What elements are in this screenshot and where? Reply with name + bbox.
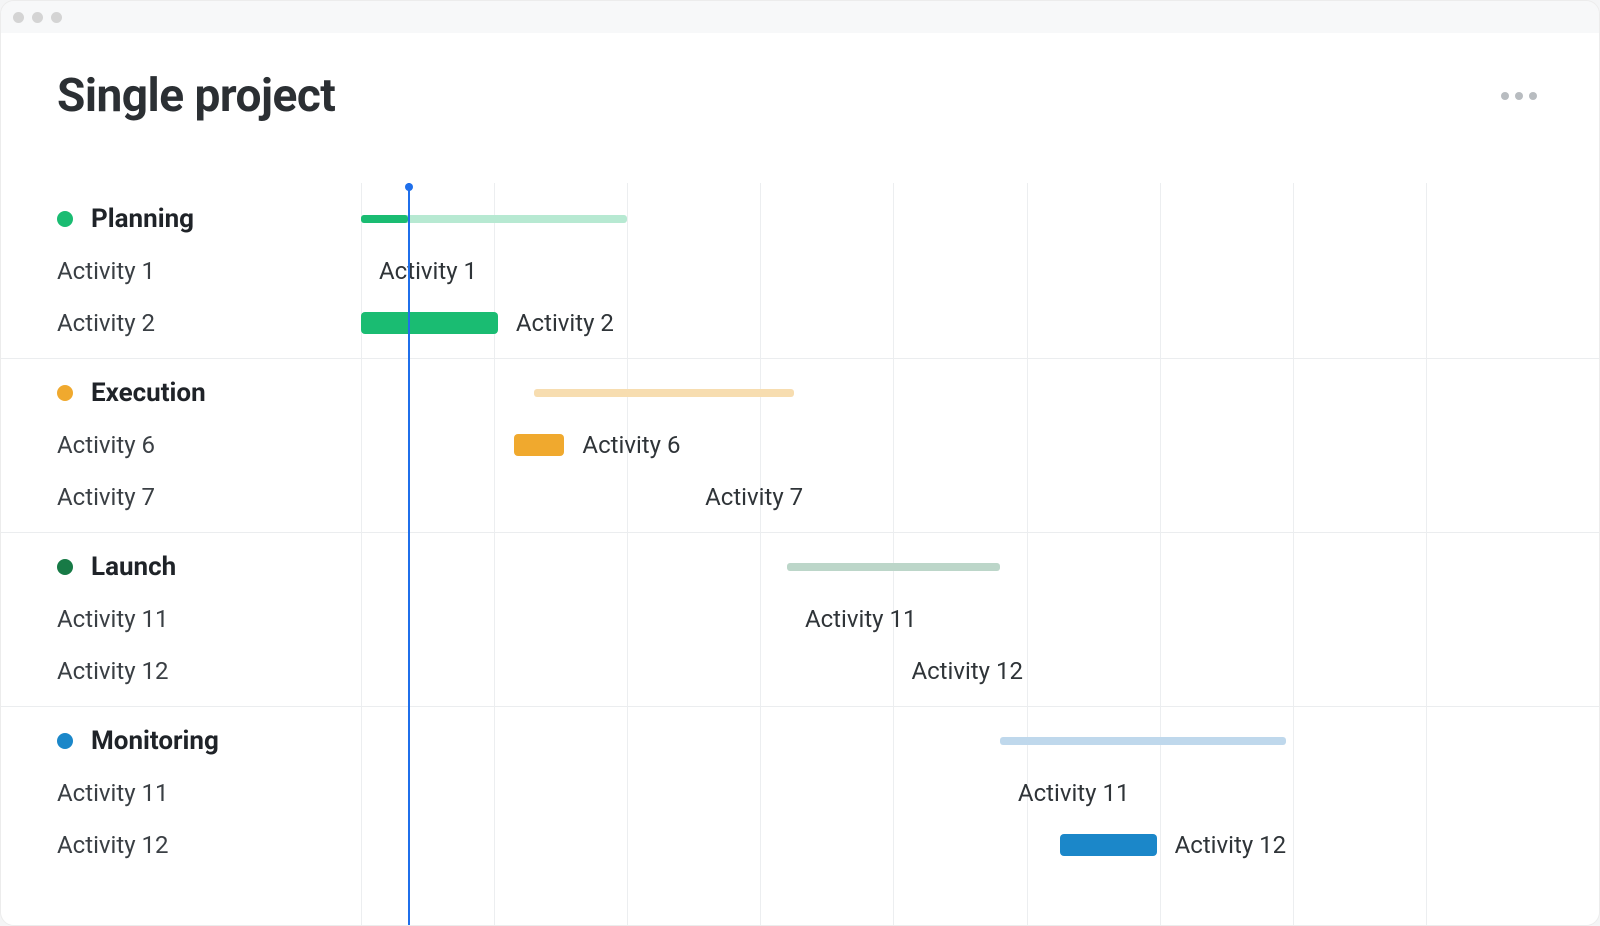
- activity-bar-label: Activity 12: [1175, 831, 1287, 859]
- window-titlebar: [1, 1, 1599, 33]
- activity-row-label[interactable]: Activity 1: [57, 245, 155, 297]
- window-control-zoom[interactable]: [51, 12, 62, 23]
- group-header[interactable]: Execution: [57, 367, 206, 419]
- activity-row-label[interactable]: Activity 12: [57, 645, 169, 697]
- group-separator: [1, 706, 1599, 707]
- group-color-icon: [57, 733, 73, 749]
- gantt-gridline: [1426, 183, 1427, 925]
- group-color-icon: [57, 385, 73, 401]
- activity-bar[interactable]: Activity 7: [687, 471, 793, 523]
- activity-row-label[interactable]: Activity 2: [57, 297, 155, 349]
- activity-row-label[interactable]: Activity 6: [57, 419, 155, 471]
- activity-bar[interactable]: Activity 1: [361, 245, 434, 297]
- group-header[interactable]: Planning: [57, 193, 194, 245]
- gantt-gridline: [627, 183, 628, 925]
- activity-bar[interactable]: Activity 2: [361, 297, 614, 349]
- summary-track: [1000, 737, 1286, 745]
- activity-bar-label: Activity 6: [582, 431, 680, 459]
- activity-bar-fill: [361, 312, 498, 334]
- window-control-minimize[interactable]: [32, 12, 43, 23]
- activity-bar[interactable]: Activity 11: [787, 593, 893, 645]
- group-name: Execution: [91, 378, 206, 408]
- activity-bar-label: Activity 7: [705, 483, 803, 511]
- group-color-icon: [57, 211, 73, 227]
- group-summary-bar[interactable]: [361, 193, 627, 245]
- page-header: Single project: [1, 33, 1599, 135]
- summary-track: [534, 389, 794, 397]
- group-name: Monitoring: [91, 726, 219, 756]
- dots-icon: [1529, 92, 1537, 100]
- activity-bar-fill: [1060, 834, 1157, 856]
- group-name: Launch: [91, 552, 176, 582]
- summary-progress: [361, 215, 408, 223]
- activity-bar-label: Activity 1: [379, 257, 477, 285]
- dots-icon: [1501, 92, 1509, 100]
- group-summary-bar[interactable]: [787, 541, 1000, 593]
- gantt-gridline: [1293, 183, 1294, 925]
- activity-bar-label: Activity 12: [911, 657, 1023, 685]
- more-button[interactable]: [1495, 86, 1543, 106]
- activity-row-label[interactable]: Activity 7: [57, 471, 155, 523]
- activity-bar-label: Activity 2: [516, 309, 614, 337]
- group-summary-bar[interactable]: [534, 367, 794, 419]
- gantt-gridline: [1160, 183, 1161, 925]
- page-title: Single project: [57, 69, 335, 123]
- group-summary-bar[interactable]: [1000, 715, 1286, 767]
- activity-bar[interactable]: Activity 12: [1060, 819, 1286, 871]
- gantt-chart: PlanningActivity 1Activity 2ExecutionAct…: [1, 183, 1599, 925]
- activity-row-label[interactable]: Activity 12: [57, 819, 169, 871]
- activity-bar[interactable]: Activity 11: [1000, 767, 1100, 819]
- app-window: Single project PlanningActivity 1Activit…: [0, 0, 1600, 926]
- gantt-gridline: [494, 183, 495, 925]
- group-color-icon: [57, 559, 73, 575]
- group-name: Planning: [91, 204, 194, 234]
- group-header[interactable]: Launch: [57, 541, 176, 593]
- activity-bar-label: Activity 11: [805, 605, 917, 633]
- dots-icon: [1515, 92, 1523, 100]
- group-header[interactable]: Monitoring: [57, 715, 219, 767]
- activity-bar[interactable]: Activity 6: [514, 419, 680, 471]
- activity-row-label[interactable]: Activity 11: [57, 767, 169, 819]
- activity-bar-fill: [514, 434, 564, 456]
- activity-bar[interactable]: Activity 12: [893, 645, 999, 697]
- group-separator: [1, 358, 1599, 359]
- group-separator: [1, 532, 1599, 533]
- gantt-sidebar: Planning Activity 1Activity 2 Execution Act…: [1, 183, 361, 925]
- gantt-today-line: [408, 183, 410, 925]
- activity-bar-label: Activity 11: [1018, 779, 1130, 807]
- gantt-gridline: [760, 183, 761, 925]
- content-area: Single project PlanningActivity 1Activit…: [1, 33, 1599, 925]
- activity-row-label[interactable]: Activity 11: [57, 593, 169, 645]
- window-control-close[interactable]: [13, 12, 24, 23]
- gantt-timeline: Activity 1Activity 2Activity 6Activity 7…: [361, 183, 1559, 925]
- summary-track: [787, 563, 1000, 571]
